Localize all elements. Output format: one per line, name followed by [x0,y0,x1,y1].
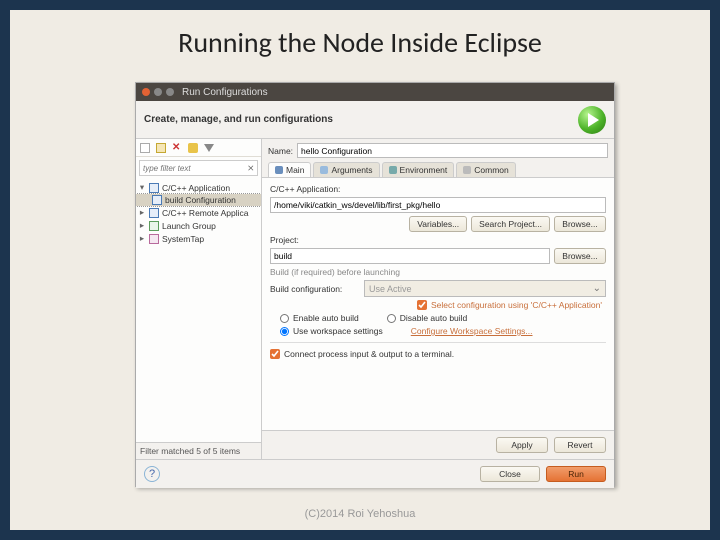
project-input[interactable] [270,248,550,264]
duplicate-config-icon[interactable] [156,143,166,153]
main-tab-icon [275,166,283,174]
header-text: Create, manage, and run configurations [144,114,333,125]
systemtap-icon [149,234,159,244]
window-title: Run Configurations [182,87,268,98]
minimize-icon[interactable] [154,88,162,96]
new-config-icon[interactable] [140,143,150,153]
cpp-app-icon [152,195,162,205]
left-toolbar: ✕ [136,139,261,157]
close-button[interactable]: Close [480,466,540,482]
name-input[interactable] [297,143,608,158]
tab-bar: Main Arguments Environment Common [262,162,614,178]
tree-label: SystemTap [162,234,204,244]
caret-right-icon: ▸ [138,207,146,218]
terminal-checkbox[interactable] [270,349,280,359]
tree-node-cpp-app[interactable]: ▾ C/C++ Application [136,181,261,194]
tree-node-cpp-remote[interactable]: ▸ C/C++ Remote Applica [136,206,261,219]
caret-right-icon: ▸ [138,233,146,244]
environment-tab-icon [389,166,397,174]
enable-auto-build-radio[interactable]: Enable auto build [280,313,359,323]
slide-title: Running the Node Inside Eclipse [10,25,710,60]
launch-group-icon [149,221,159,231]
arguments-tab-icon [320,166,328,174]
maximize-icon[interactable] [166,88,174,96]
titlebar: Run Configurations [136,83,614,101]
revert-button[interactable]: Revert [554,437,606,453]
select-cfg-checkbox[interactable] [417,300,427,310]
run-icon [578,106,606,134]
help-icon[interactable]: ? [144,466,160,482]
cpp-app-icon [149,183,159,193]
tab-label: Main [286,165,304,175]
before-launch-label: Build (if required) before launching [270,267,606,277]
tree-node-build-config[interactable]: build Configuration [136,194,261,206]
tree-label: C/C++ Remote Applica [162,208,248,218]
tab-common[interactable]: Common [456,162,515,177]
tab-environment[interactable]: Environment [382,162,455,177]
filter-icon[interactable] [204,144,214,152]
lock-icon[interactable] [188,143,198,153]
cpp-remote-icon [149,208,159,218]
filter-input[interactable] [140,164,245,173]
name-label: Name: [268,146,293,156]
tab-arguments[interactable]: Arguments [313,162,379,177]
common-tab-icon [463,166,471,174]
close-icon[interactable] [142,88,150,96]
caret-down-icon: ▾ [138,182,146,193]
clear-filter-icon[interactable]: ⨯ [245,163,257,174]
left-pane: ✕ ⨯ ▾ C/C++ Application bu [136,139,262,459]
use-workspace-radio[interactable]: Use workspace settings [280,326,383,336]
filter-box[interactable]: ⨯ [139,160,258,176]
delete-config-icon[interactable]: ✕ [172,143,182,153]
workspace-settings-link[interactable]: Configure Workspace Settings... [411,326,533,336]
tree-node-systemtap[interactable]: ▸ SystemTap [136,232,261,245]
app-label: C/C++ Application: [270,184,606,194]
terminal-label: Connect process input & output to a term… [284,349,454,359]
browse-app-button[interactable]: Browse... [554,216,606,232]
run-button[interactable]: Run [546,466,606,482]
tree-label: C/C++ Application [162,183,230,193]
config-tree: ▾ C/C++ Application build Configuration … [136,179,261,442]
tree-label: Launch Group [162,221,216,231]
variables-button[interactable]: Variables... [409,216,467,232]
build-cfg-combo[interactable]: Use Active [364,280,606,297]
select-cfg-label: Select configuration using 'C/C++ Applic… [431,300,602,310]
app-path-input[interactable] [270,197,606,213]
browse-project-button[interactable]: Browse... [554,248,606,264]
run-config-dialog: Run Configurations Create, manage, and r… [135,82,615,487]
header-bar: Create, manage, and run configurations [136,101,614,139]
tab-label: Common [474,165,508,175]
tab-label: Arguments [331,165,372,175]
tab-main[interactable]: Main [268,162,311,177]
project-label: Project: [270,235,606,245]
tree-label: build Configuration [165,195,236,205]
tab-label: Environment [400,165,448,175]
search-project-button[interactable]: Search Project... [471,216,550,232]
copyright: (C)2014 Roi Yehoshua [10,508,710,520]
build-cfg-label: Build configuration: [270,284,360,294]
disable-auto-build-radio[interactable]: Disable auto build [387,313,468,323]
right-pane: Name: Main Arguments Environment Common … [262,139,614,459]
filter-match-count: Filter matched 5 of 5 items [136,442,261,459]
caret-right-icon: ▸ [138,220,146,231]
tree-node-launch-group[interactable]: ▸ Launch Group [136,219,261,232]
apply-button[interactable]: Apply [496,437,548,453]
